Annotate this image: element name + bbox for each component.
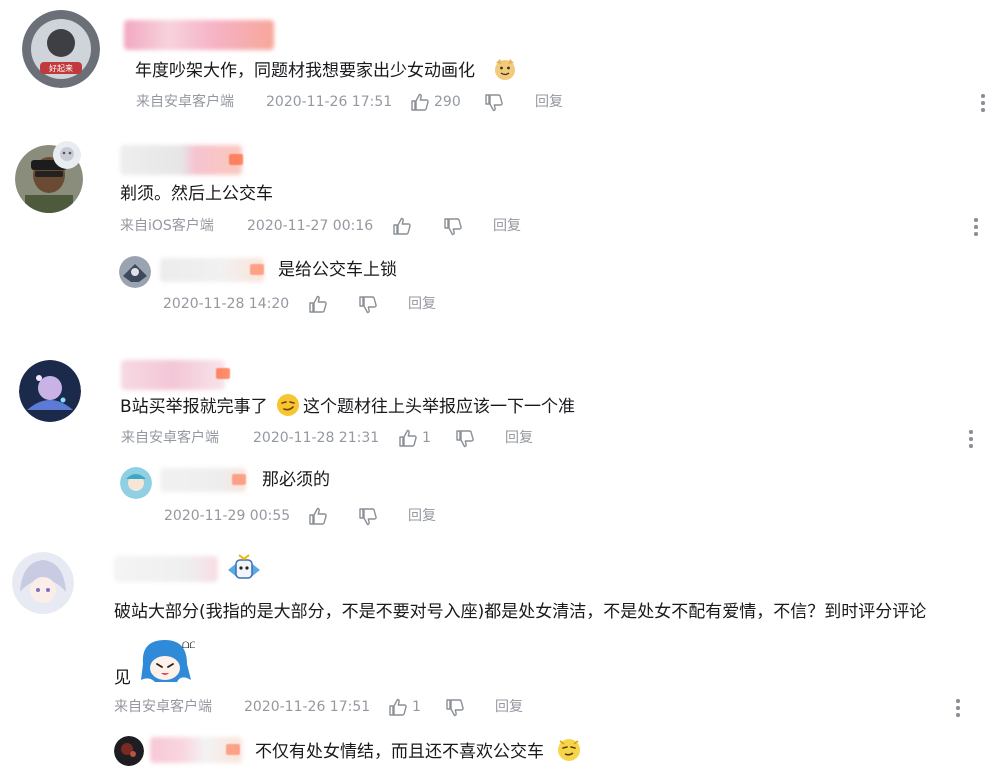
timestamp: 2020-11-27 00:16 — [247, 218, 374, 234]
timestamp: 2020-11-28 21:31 — [253, 430, 380, 446]
thumb-up-icon[interactable] — [388, 697, 408, 717]
doge-emoji — [493, 57, 517, 81]
level-badge — [250, 264, 264, 275]
thumb-up-icon[interactable] — [410, 92, 430, 112]
thumb-down-icon[interactable] — [445, 698, 465, 718]
avatar[interactable] — [19, 360, 81, 422]
reply-button[interactable]: 回复 — [408, 506, 436, 526]
badge-icon — [224, 552, 264, 588]
avatar[interactable] — [119, 256, 151, 288]
more-vertical-icon[interactable] — [954, 699, 962, 721]
username-blurred[interactable] — [121, 360, 225, 390]
thumb-down-icon[interactable] — [443, 217, 463, 237]
thumb-up-icon[interactable] — [308, 294, 328, 314]
smirk-emoji — [276, 393, 300, 417]
thumb-down-icon[interactable] — [358, 295, 378, 315]
more-vertical-icon[interactable] — [979, 94, 987, 116]
like-count: 1 — [422, 430, 431, 446]
avatar[interactable] — [12, 552, 74, 614]
reply-text: 是给公交车上锁 — [278, 260, 397, 280]
username-blurred[interactable] — [160, 258, 264, 282]
reply-button[interactable]: 回复 — [495, 697, 523, 717]
avatar[interactable]: 好起来 — [22, 10, 100, 88]
avatar-pendant — [52, 140, 82, 170]
reply-text: 那必须的 — [262, 470, 330, 490]
reply-button[interactable]: 回复 — [505, 428, 533, 448]
thumb-up-icon[interactable] — [392, 216, 412, 236]
comment-text: 剃须。然后上公交车 — [120, 184, 273, 204]
username-blurred[interactable] — [120, 145, 242, 175]
thumb-down-icon[interactable] — [358, 507, 378, 527]
thumb-up-icon[interactable] — [398, 428, 418, 448]
client-source: 来自安卓客户端 — [114, 699, 212, 715]
reply-button[interactable]: 回复 — [493, 216, 521, 236]
more-vertical-icon[interactable] — [972, 218, 980, 240]
thumb-down-icon[interactable] — [455, 429, 475, 449]
like-count: 290 — [434, 94, 461, 110]
timestamp: 2020-11-28 14:20 — [163, 296, 290, 312]
avatar[interactable] — [120, 467, 152, 499]
timestamp: 2020-11-26 17:51 — [244, 699, 371, 715]
reply-button[interactable]: 回复 — [535, 92, 563, 112]
level-badge — [232, 474, 246, 485]
reply-text: 不仅有处女情结，而且还不喜欢公交车 — [255, 742, 544, 762]
comment-text: 年度吵架大作，同题材我想要家出少女动画化 — [135, 61, 475, 81]
comment-text: 破站大部分(我指的是大部分，不是不要对号入座)都是处女清洁，不是处女不配有爱情，… — [114, 602, 927, 622]
more-vertical-icon[interactable] — [967, 430, 975, 452]
level-badge — [229, 154, 243, 165]
comment-text: B站买举报就完事了 — [120, 397, 268, 417]
thumb-up-icon[interactable] — [308, 506, 328, 526]
level-badge — [216, 368, 230, 379]
like-count: 1 — [412, 699, 421, 715]
timestamp: 2020-11-26 17:51 — [266, 94, 393, 110]
client-source: 来自iOS客户端 — [120, 218, 214, 234]
client-source: 来自安卓客户端 — [136, 94, 234, 110]
thumb-down-icon[interactable] — [484, 93, 504, 113]
username-blurred[interactable] — [124, 20, 274, 50]
comment-text-cont: 这个题材往上头举报应该一下一个准 — [303, 397, 575, 417]
client-source: 来自安卓客户端 — [121, 430, 219, 446]
svg-text:ᗝᗝ: ᗝᗝ — [182, 641, 195, 651]
svg-text:好起来: 好起来 — [49, 63, 73, 73]
timestamp: 2020-11-29 00:55 — [164, 508, 291, 524]
comment-text-cont: 见 — [114, 668, 131, 688]
level-badge — [226, 744, 240, 755]
avatar[interactable] — [114, 736, 144, 766]
reply-button[interactable]: 回复 — [408, 294, 436, 314]
bilibili-girl-emoji: ᗝᗝ — [137, 634, 197, 690]
smug-emoji — [556, 736, 582, 762]
username-blurred[interactable] — [114, 556, 218, 582]
